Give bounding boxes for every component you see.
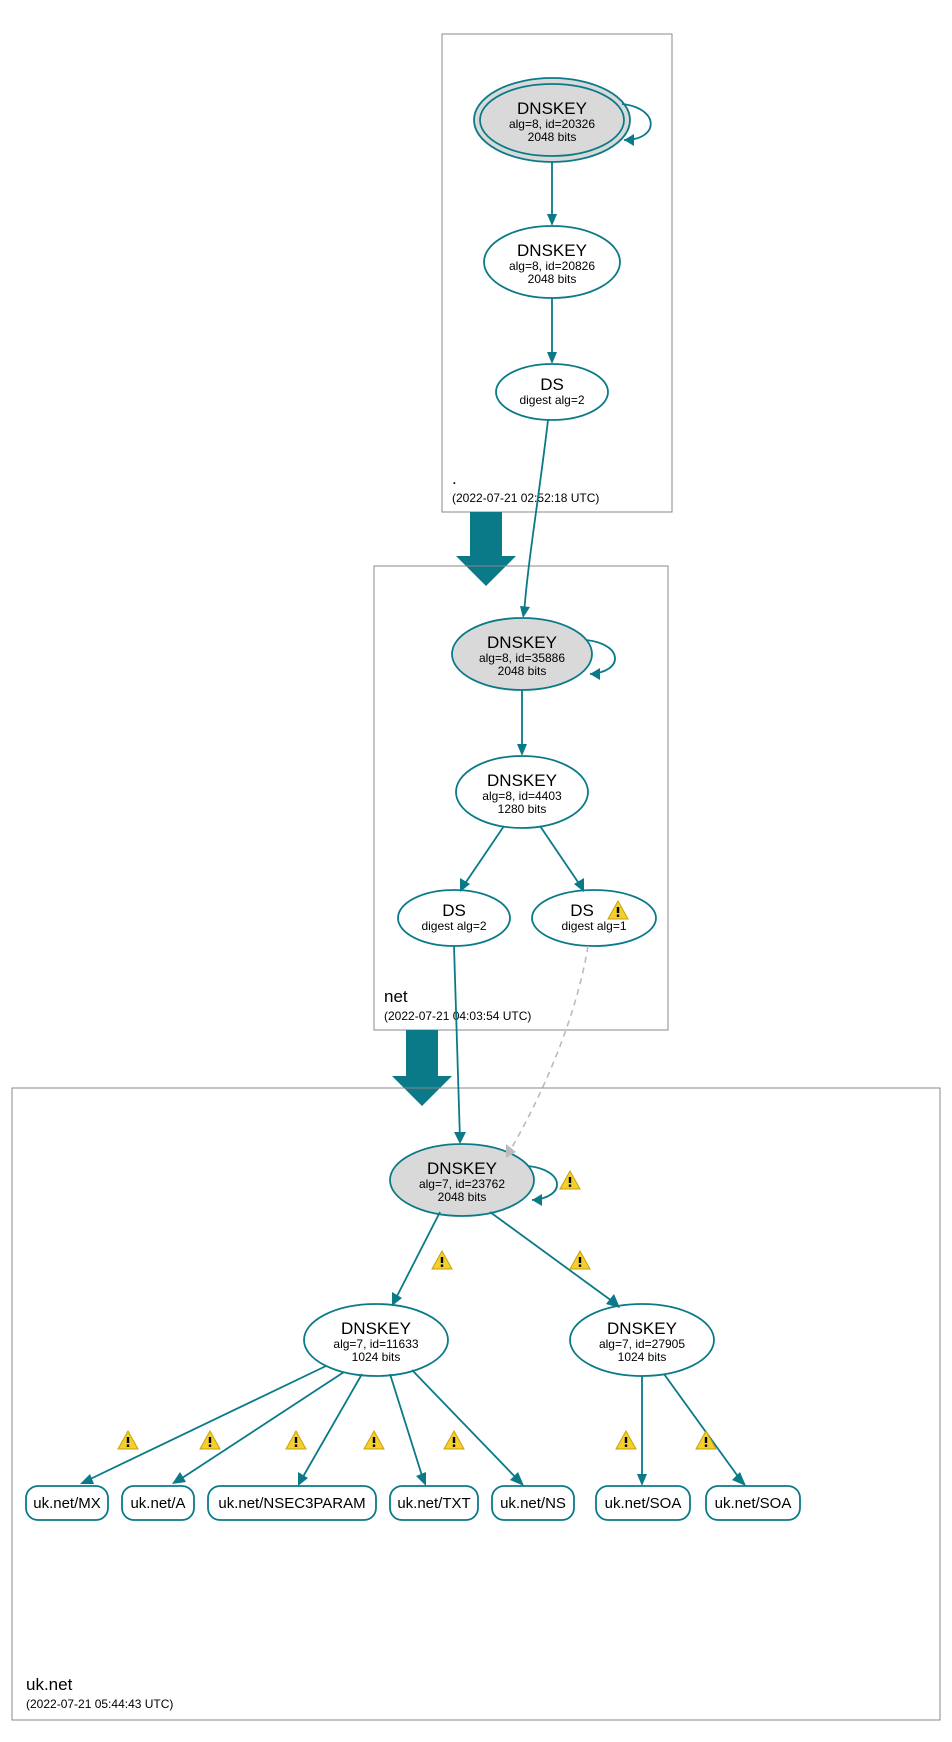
svg-text:alg=7, id=23762: alg=7, id=23762 (419, 1177, 505, 1191)
node-net-ds-alg2: DS digest alg=2 (398, 890, 510, 946)
node-root-zsk: DNSKEY alg=8, id=20826 2048 bits (484, 226, 620, 298)
warning-icon (444, 1431, 464, 1449)
svg-text:DNSKEY: DNSKEY (487, 633, 557, 652)
svg-text:1280 bits: 1280 bits (498, 802, 547, 816)
rrset-soa-2: uk.net/SOA (706, 1486, 800, 1520)
rrset-txt: uk.net/TXT (390, 1486, 478, 1520)
svg-text:DS: DS (540, 375, 564, 394)
svg-text:uk.net/SOA: uk.net/SOA (605, 1495, 682, 1512)
zone-uknet-time: (2022-07-21 05:44:43 UTC) (26, 1697, 173, 1711)
node-net-zsk: DNSKEY alg=8, id=4403 1280 bits (456, 756, 588, 828)
zone-net-time: (2022-07-21 04:03:54 UTC) (384, 1009, 531, 1023)
node-root-ds: DS digest alg=2 (496, 364, 608, 420)
warning-icon (432, 1251, 452, 1269)
svg-text:DNSKEY: DNSKEY (607, 1319, 677, 1338)
node-root-ksk: DNSKEY alg=8, id=20326 2048 bits (474, 78, 630, 162)
node-uknet-ksk: DNSKEY alg=7, id=23762 2048 bits (390, 1144, 534, 1216)
svg-text:DNSKEY: DNSKEY (517, 241, 587, 260)
svg-text:alg=8, id=35886: alg=8, id=35886 (479, 651, 565, 665)
svg-text:uk.net/SOA: uk.net/SOA (715, 1495, 792, 1512)
warning-icon (118, 1431, 138, 1449)
svg-text:uk.net/TXT: uk.net/TXT (397, 1495, 470, 1512)
rrset-nsec3param: uk.net/NSEC3PARAM (208, 1486, 376, 1520)
svg-text:DS: DS (570, 901, 594, 920)
svg-text:uk.net/MX: uk.net/MX (33, 1495, 101, 1512)
zone-arrow-root-to-net (456, 512, 516, 586)
svg-text:digest alg=2: digest alg=2 (519, 393, 584, 407)
svg-text:alg=8, id=20826: alg=8, id=20826 (509, 259, 595, 273)
svg-text:uk.net/NSEC3PARAM: uk.net/NSEC3PARAM (218, 1495, 365, 1512)
svg-text:digest alg=2: digest alg=2 (421, 919, 486, 933)
warning-icon (200, 1431, 220, 1449)
warning-icon (570, 1251, 590, 1269)
warning-icon (560, 1171, 580, 1189)
zone-arrow-net-to-uknet (392, 1030, 452, 1106)
svg-text:1024 bits: 1024 bits (618, 1350, 667, 1364)
rrset-a: uk.net/A (122, 1486, 194, 1520)
svg-text:uk.net/NS: uk.net/NS (500, 1495, 566, 1512)
node-net-ksk: DNSKEY alg=8, id=35886 2048 bits (452, 618, 592, 690)
svg-text:2048 bits: 2048 bits (528, 272, 577, 286)
warning-icon (364, 1431, 384, 1449)
zone-root-label: . (452, 469, 457, 488)
svg-text:DNSKEY: DNSKEY (427, 1159, 497, 1178)
svg-text:alg=7, id=27905: alg=7, id=27905 (599, 1337, 685, 1351)
svg-text:alg=8, id=20326: alg=8, id=20326 (509, 117, 595, 131)
svg-text:2048 bits: 2048 bits (438, 1190, 487, 1204)
node-uknet-zsk-27905: DNSKEY alg=7, id=27905 1024 bits (570, 1304, 714, 1376)
svg-text:alg=8, id=4403: alg=8, id=4403 (482, 789, 562, 803)
svg-text:alg=7, id=11633: alg=7, id=11633 (333, 1337, 419, 1351)
warning-icon (696, 1431, 716, 1449)
warning-icon (286, 1431, 306, 1449)
zone-uknet-label: uk.net (26, 1675, 73, 1694)
svg-text:1024 bits: 1024 bits (352, 1350, 401, 1364)
svg-text:DNSKEY: DNSKEY (341, 1319, 411, 1338)
svg-text:DNSKEY: DNSKEY (517, 99, 587, 118)
svg-text:2048 bits: 2048 bits (498, 664, 547, 678)
rrset-soa-1: uk.net/SOA (596, 1486, 690, 1520)
zone-root-time: (2022-07-21 02:52:18 UTC) (452, 491, 599, 505)
svg-text:DS: DS (442, 901, 466, 920)
svg-text:DNSKEY: DNSKEY (487, 771, 557, 790)
rrset-mx: uk.net/MX (26, 1486, 108, 1520)
svg-text:uk.net/A: uk.net/A (130, 1495, 185, 1512)
svg-text:2048 bits: 2048 bits (528, 130, 577, 144)
rrset-ns: uk.net/NS (492, 1486, 574, 1520)
svg-text:digest alg=1: digest alg=1 (561, 919, 626, 933)
dnssec-diagram: . (2022-07-21 02:52:18 UTC) DNSKEY alg=8… (0, 0, 952, 1742)
node-net-ds-alg1: DS digest alg=1 (532, 890, 656, 946)
zone-net-label: net (384, 987, 408, 1006)
warning-icon (616, 1431, 636, 1449)
